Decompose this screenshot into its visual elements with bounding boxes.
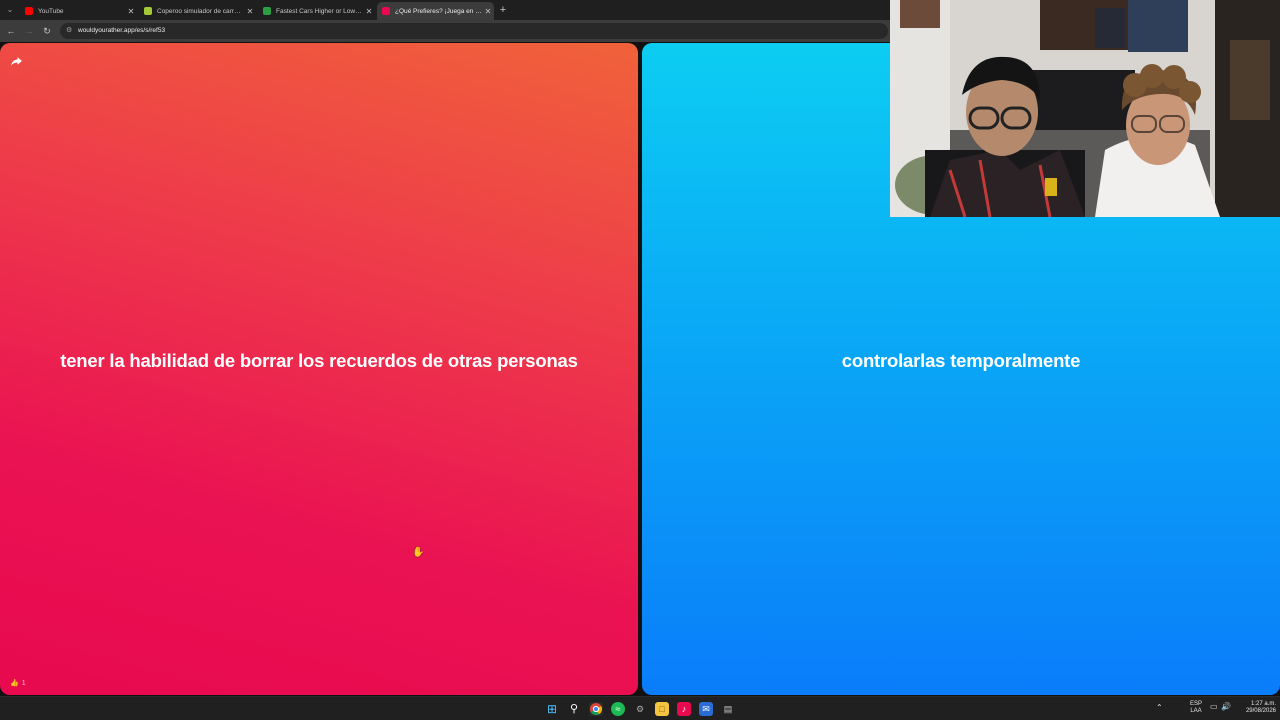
tab-search-chevron-icon[interactable]: ⌄	[3, 3, 17, 17]
clock-date: 29/08/2026	[1245, 708, 1276, 714]
network-icon[interactable]: ▭	[1210, 703, 1218, 711]
fastest-cars-favicon-icon	[263, 7, 271, 15]
close-tab-icon[interactable]: ✕	[363, 7, 375, 16]
thumbs-up-icon: 👍	[10, 680, 19, 687]
close-tab-icon[interactable]: ✕	[482, 7, 494, 16]
share-arrow-icon[interactable]	[10, 55, 24, 69]
volume-icon[interactable]: 🔊	[1221, 703, 1231, 711]
option-left-card[interactable]: tener la habilidad de borrar los recuerd…	[0, 43, 638, 695]
language-code: ESP	[1189, 701, 1202, 707]
wouldyourather-favicon-icon	[382, 7, 390, 15]
tab-coperoo[interactable]: Coperoo simulador de carrera l ✕	[139, 2, 256, 20]
tab-title: Coperoo simulador de carrera l	[157, 7, 244, 15]
tab-fastest-cars[interactable]: Fastest Cars Higher or Lower G ✕	[258, 2, 375, 20]
windows-taskbar: ⊞ ⚲ ≈ ⚙ □ ♪ ✉ ▤ ⌃ ESP LAA ▭ 🔊 1:27 a.m. …	[0, 696, 1280, 720]
language-indicator[interactable]: ESP LAA	[1186, 701, 1206, 715]
file-explorer-icon[interactable]: □	[655, 702, 669, 716]
mail-icon[interactable]: ✉	[699, 702, 713, 716]
search-icon[interactable]: ⚲	[567, 702, 581, 716]
tiktok-icon[interactable]: ♪	[677, 702, 691, 716]
settings-gear-icon[interactable]: ⚙	[633, 702, 647, 716]
likes-counter: 👍 1	[10, 679, 26, 688]
tab-youtube[interactable]: YouTube ✕	[20, 2, 137, 20]
url-text: wouldyourather.app/es/s/ref53	[78, 27, 166, 34]
back-arrow-icon[interactable]: ←	[4, 24, 18, 38]
address-bar[interactable]: ⚙ wouldyourather.app/es/s/ref53	[60, 23, 888, 39]
tab-title: YouTube	[38, 7, 64, 15]
option-right-text: controlarlas temporalmente	[841, 350, 1081, 371]
webcam-image	[890, 0, 1280, 217]
close-tab-icon[interactable]: ✕	[244, 7, 256, 16]
new-tab-button[interactable]: +	[497, 2, 509, 18]
spotify-icon[interactable]: ≈	[611, 702, 625, 716]
reload-icon[interactable]: ↻	[40, 24, 54, 38]
hand-cursor-icon: ✋	[412, 547, 425, 558]
keyboard-layout: LAA	[1190, 708, 1202, 714]
tab-title: ¿Qué Prefieres? ¡Juega en línea!	[395, 7, 482, 15]
windows-start-icon[interactable]: ⊞	[545, 702, 559, 716]
tab-que-prefieres[interactable]: ¿Qué Prefieres? ¡Juega en línea! ✕	[377, 2, 494, 20]
show-hidden-icons-chevron-icon[interactable]: ⌃	[1156, 704, 1163, 712]
youtube-favicon-icon	[25, 7, 33, 15]
webcam-overlay	[890, 0, 1280, 217]
site-info-icon[interactable]: ⚙	[66, 23, 72, 39]
close-tab-icon[interactable]: ✕	[125, 7, 137, 16]
clock-time: 1:27 a.m.	[1250, 701, 1276, 707]
tab-title: Fastest Cars Higher or Lower G	[276, 7, 363, 15]
chrome-icon[interactable]	[589, 702, 603, 716]
likes-count: 1	[21, 679, 26, 687]
forward-arrow-icon[interactable]: →	[22, 24, 36, 38]
clock[interactable]: 1:27 a.m. 29/08/2026	[1236, 701, 1276, 715]
option-left-text: tener la habilidad de borrar los recuerd…	[60, 350, 578, 371]
notepad-icon[interactable]: ▤	[721, 702, 735, 716]
coperoo-favicon-icon	[144, 7, 152, 15]
